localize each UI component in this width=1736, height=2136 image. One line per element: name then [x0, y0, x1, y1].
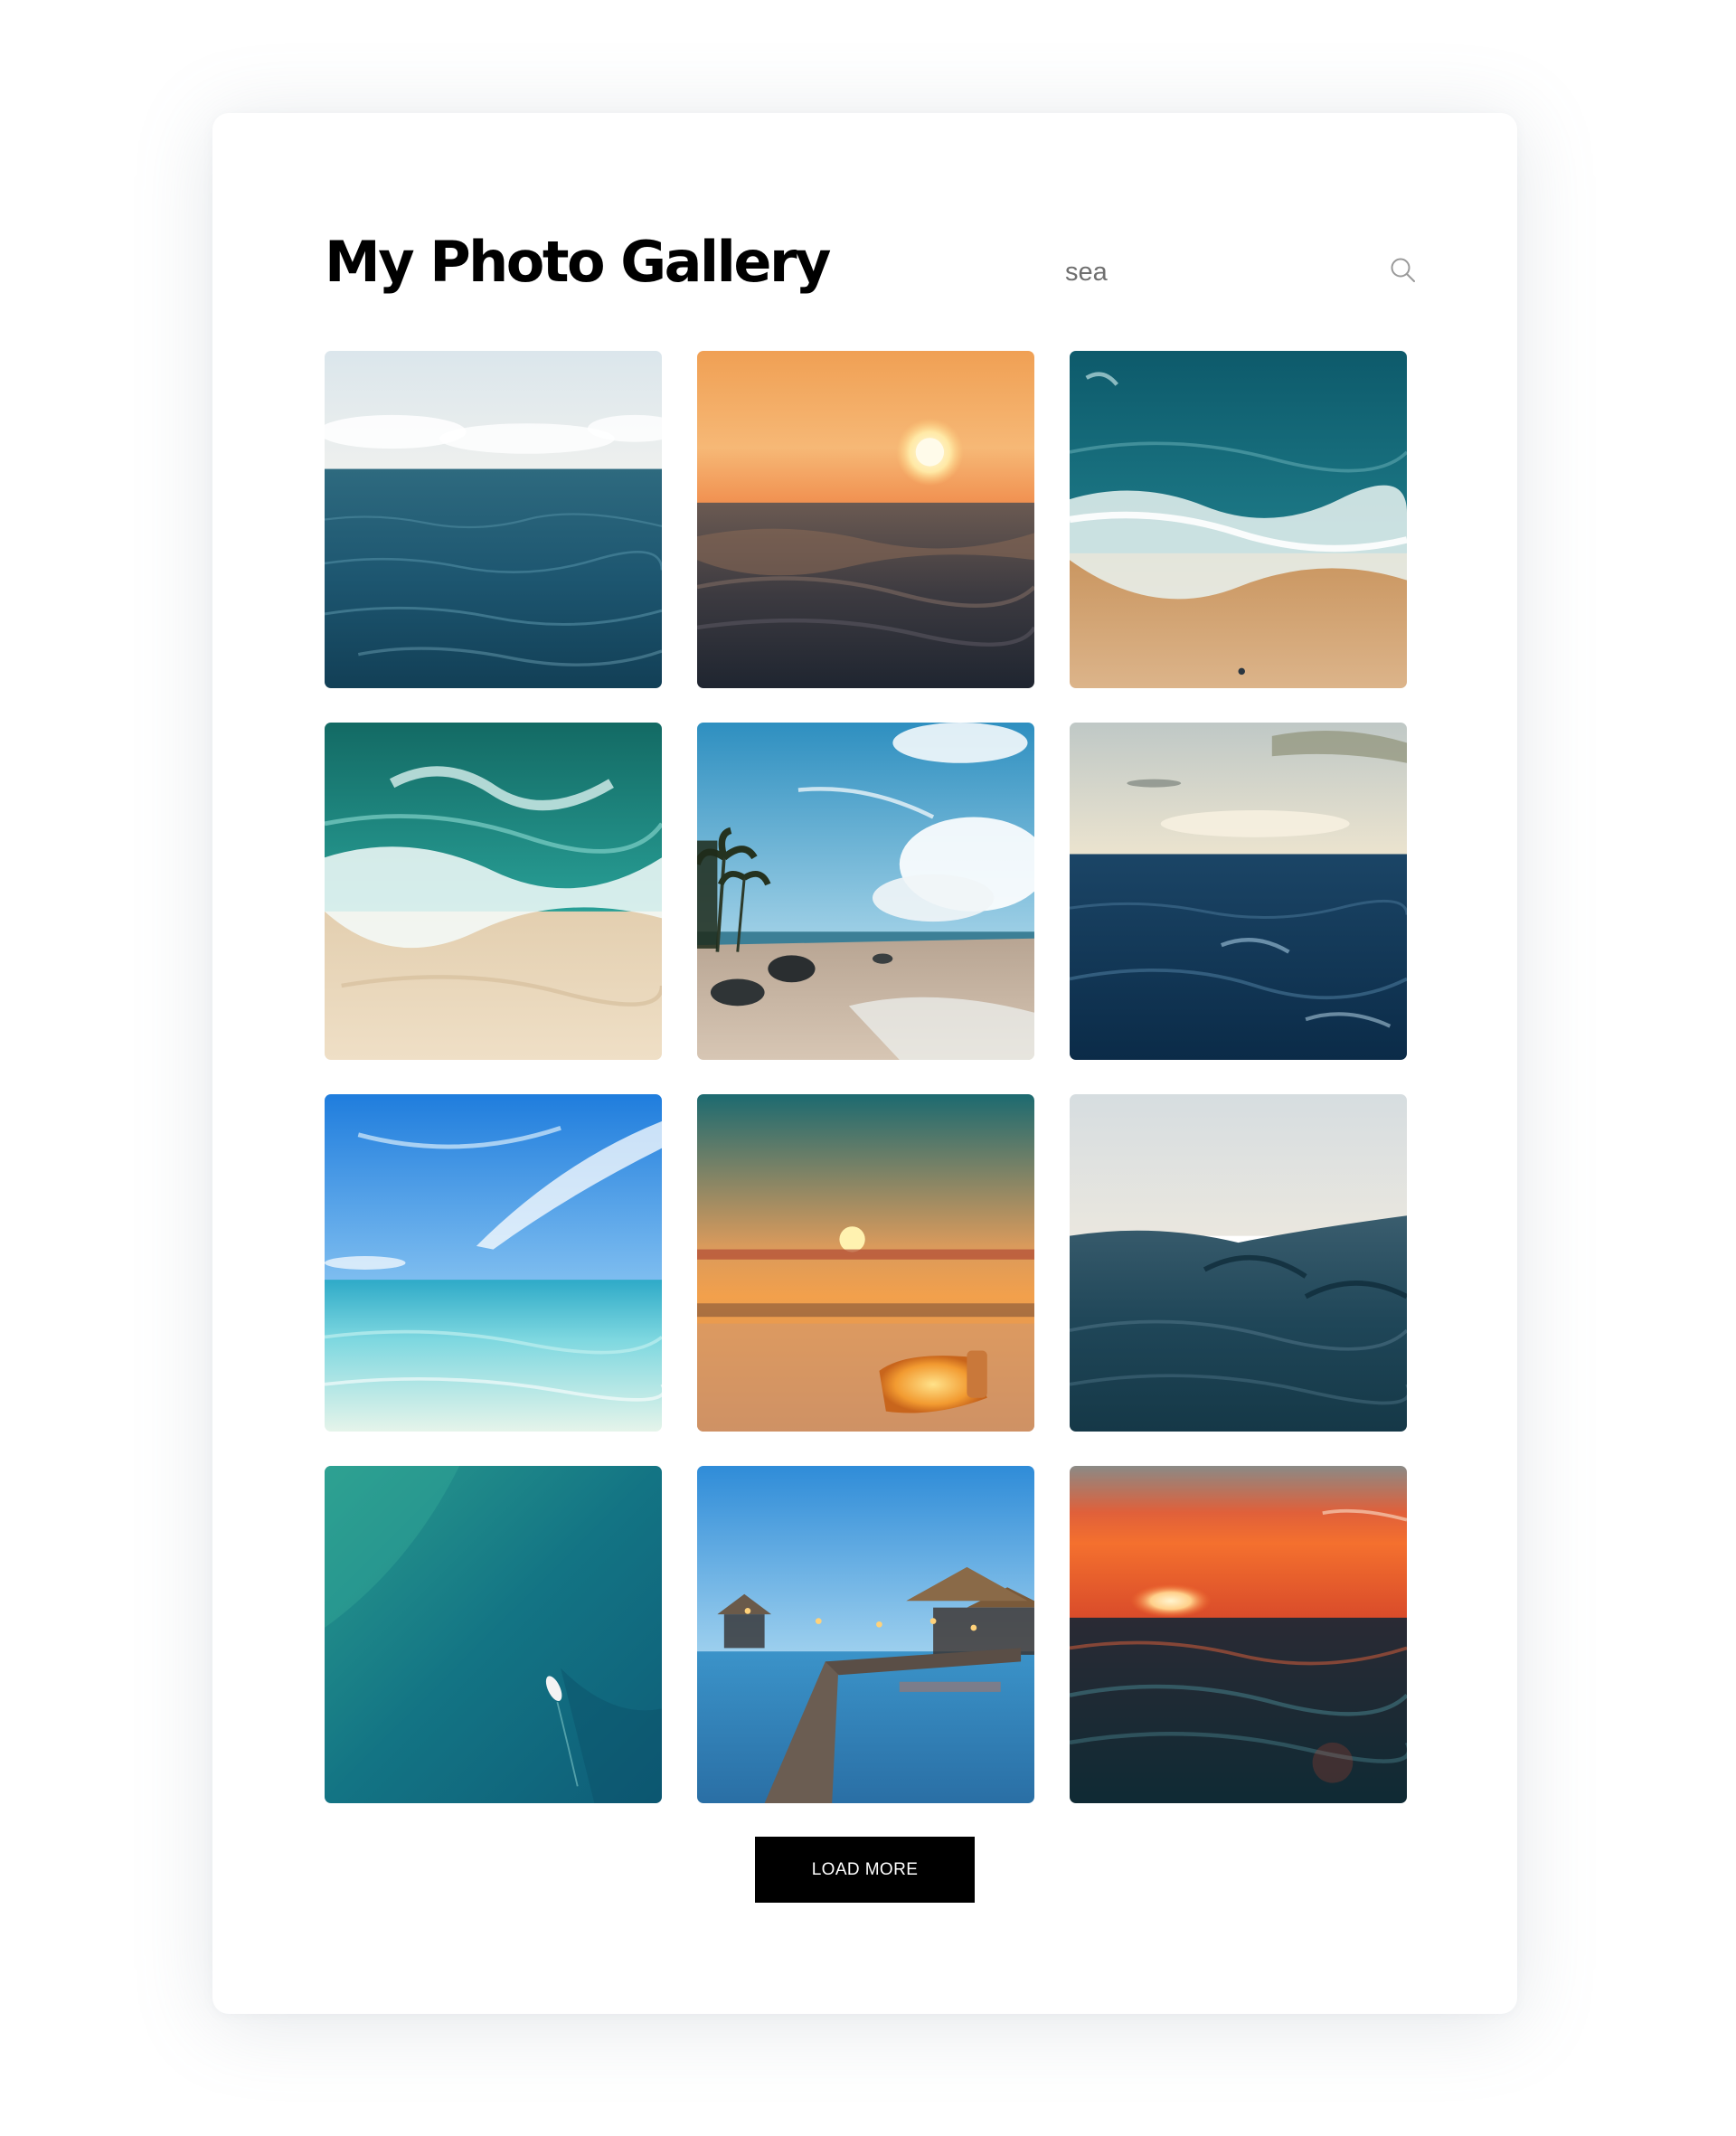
- sunset-wave-photo: [697, 351, 1034, 688]
- search-bar: [1065, 240, 1418, 305]
- photo-tile[interactable]: [325, 351, 662, 688]
- photo-tile[interactable]: [1070, 1466, 1407, 1803]
- photo-tile[interactable]: [697, 351, 1034, 688]
- photo-grid: [325, 351, 1407, 1803]
- photo-tile[interactable]: [697, 1094, 1034, 1432]
- aerial-beach-photo: [1070, 351, 1407, 688]
- search-input[interactable]: [1065, 240, 1363, 305]
- photo-tile[interactable]: [1070, 351, 1407, 688]
- photo-tile[interactable]: [697, 1466, 1034, 1803]
- boat-aerial-photo: [325, 1466, 662, 1803]
- calm-sea-photo: [1070, 1094, 1407, 1432]
- tropical-beach-photo: [697, 723, 1034, 1060]
- ocean-horizon-photo: [325, 351, 662, 688]
- photo-tile[interactable]: [1070, 723, 1407, 1060]
- clear-water-photo: [325, 1094, 662, 1432]
- photo-tile[interactable]: [697, 723, 1034, 1060]
- photo-tile[interactable]: [325, 1094, 662, 1432]
- red-sunset-photo: [1070, 1466, 1407, 1803]
- jar-sunset-photo: [697, 1094, 1034, 1432]
- pier-dusk-photo: [697, 1466, 1034, 1803]
- gallery-card: My Photo Gallery sea LOAD MORE: [212, 113, 1517, 2014]
- turquoise-surf-photo: [325, 723, 662, 1060]
- deep-blue-sea-photo: [1070, 723, 1407, 1060]
- page-title: My Photo Gallery: [325, 229, 831, 295]
- photo-tile[interactable]: [1070, 1094, 1407, 1432]
- search-icon[interactable]: [1389, 256, 1418, 285]
- photo-tile[interactable]: [325, 1466, 662, 1803]
- photo-tile[interactable]: [325, 723, 662, 1060]
- load-more-button[interactable]: LOAD MORE: [755, 1837, 975, 1903]
